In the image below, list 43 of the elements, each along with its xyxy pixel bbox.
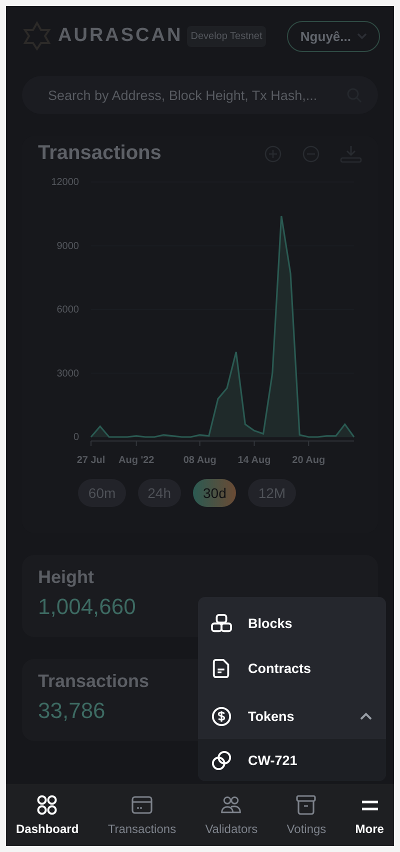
stat-value: 33,786 xyxy=(38,698,106,724)
y-tick-label: 0 xyxy=(73,432,79,443)
archive-box-icon xyxy=(295,794,318,816)
x-tick-label: 08 Aug xyxy=(183,455,216,466)
network-badge: Develop Testnet xyxy=(186,26,266,46)
stat-label: Transactions xyxy=(38,671,150,692)
y-tick-label: 12000 xyxy=(51,177,79,188)
submenu-item[interactable]: CW-721 xyxy=(198,739,386,781)
menu-item[interactable]: Blocks xyxy=(198,601,386,645)
menu-item[interactable]: Tokens xyxy=(198,694,386,738)
x-tick-label: 27 Jul xyxy=(76,455,106,466)
search-field[interactable]: Search by Address, Block Height, Tx Hash,... xyxy=(22,76,378,114)
nav-tab[interactable]: Transactions xyxy=(104,784,180,846)
chevron-down-icon xyxy=(357,33,367,39)
caret-icon[interactable] xyxy=(360,712,372,720)
menu-label: Tokens xyxy=(248,708,294,724)
nav-tab[interactable]: Validators xyxy=(201,784,262,846)
y-tick-label: 3000 xyxy=(56,368,79,380)
stat-label: Height xyxy=(38,567,94,588)
nav-tab[interactable]: More xyxy=(351,784,388,846)
link-icon xyxy=(211,750,232,770)
people-icon xyxy=(220,794,242,816)
card-title: Transactions xyxy=(38,142,162,165)
x-tick-label: Aug '22 xyxy=(118,455,154,466)
nav-tab[interactable]: Votings xyxy=(282,784,330,846)
stat-value: 1,004,660 xyxy=(38,594,136,620)
document-icon xyxy=(211,658,232,678)
nav-tab[interactable]: Dashboard xyxy=(12,784,83,846)
menu-label: CW-721 xyxy=(248,752,298,768)
x-tick-label: 14 Aug xyxy=(238,455,271,466)
card-icon xyxy=(130,794,153,816)
menu-item[interactable]: Contracts xyxy=(198,646,386,690)
account-button[interactable]: Nguyê... xyxy=(287,20,380,52)
dollar-icon xyxy=(211,706,232,726)
menu-label: Contracts xyxy=(248,660,312,676)
range-button[interactable]: 30d xyxy=(193,479,236,507)
y-tick-label: 6000 xyxy=(56,304,79,316)
y-tick-label: 9000 xyxy=(56,240,79,252)
menu-label: Blocks xyxy=(248,616,292,630)
grid-icon xyxy=(36,794,58,816)
logo-text: AURASCAN xyxy=(58,25,183,47)
blocks-icon xyxy=(211,612,232,634)
x-tick-label: 20 Aug xyxy=(292,455,326,466)
